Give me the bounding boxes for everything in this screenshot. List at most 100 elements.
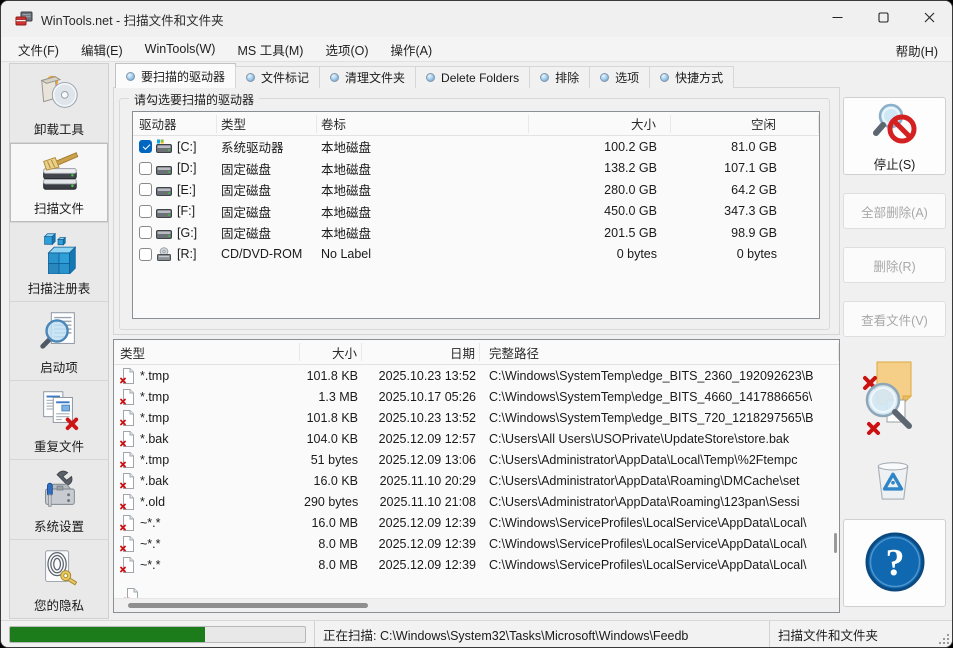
menu-bar: 文件(F)编辑(E)WinTools(W)MS 工具(M)选项(O)操作(A) <box>1 37 952 62</box>
drive-groupbox: 请勾选要扫描的驱动器 驱动器 类型 卷标 大小 空闲 <box>119 98 830 330</box>
column-header-filetype[interactable]: 类型 <box>114 343 300 361</box>
column-header-type[interactable]: 类型 <box>217 115 317 133</box>
tab-label: 文件标记 <box>261 69 309 86</box>
drive-row[interactable]: [R:] CD/DVD-ROM No Label 0 bytes 0 bytes <box>133 244 819 266</box>
drive-checkbox[interactable] <box>139 248 152 261</box>
column-header-drive[interactable]: 驱动器 <box>133 115 217 133</box>
horizontal-scrollbar[interactable] <box>114 598 839 612</box>
tab[interactable]: 排除 <box>529 66 590 88</box>
drive-row[interactable]: [D:] 固定磁盘 本地磁盘 138.2 GB 107.1 GB <box>133 158 819 180</box>
file-size: 104.0 KB <box>300 432 362 446</box>
file-date: 2025.12.09 12:39 <box>362 516 480 530</box>
result-row[interactable]: *.tmp 1.3 MB 2025.10.17 05:26 C:\Windows… <box>114 386 839 407</box>
close-button[interactable] <box>906 1 952 37</box>
file-size: 290 bytes <box>300 495 362 509</box>
file-size: 8.0 MB <box>300 558 362 572</box>
help-button[interactable]: ? <box>843 519 946 607</box>
tab[interactable]: 文件标记 <box>235 66 320 88</box>
result-row[interactable]: *.tmp 101.8 KB 2025.10.23 13:52 C:\Windo… <box>114 407 839 428</box>
tab[interactable]: 快捷方式 <box>649 66 734 88</box>
file-path: C:\Windows\ServiceProfiles\LocalService\… <box>480 558 839 572</box>
drive-group-title: 请勾选要扫描的驱动器 <box>129 91 259 108</box>
deleted-file-icon <box>120 452 134 468</box>
drive-checkbox[interactable] <box>139 140 152 153</box>
drive-type: 固定磁盘 <box>217 180 317 199</box>
menu-item[interactable]: 编辑(E) <box>70 37 134 62</box>
drive-row[interactable]: [E:] 固定磁盘 本地磁盘 280.0 GB 64.2 GB <box>133 179 819 201</box>
drive-row[interactable]: [G:] 固定磁盘 本地磁盘 201.5 GB 98.9 GB <box>133 222 819 244</box>
drive-letter: [G:] <box>177 226 197 240</box>
fixed-drive-icon <box>156 225 173 240</box>
sidebar-item-label: 系统设置 <box>34 516 84 535</box>
drive-letter: [D:] <box>177 161 196 175</box>
stop-button[interactable]: 停止(S) <box>843 97 946 175</box>
tab[interactable]: Delete Folders <box>415 66 530 88</box>
menu-item[interactable]: 操作(A) <box>380 37 444 62</box>
column-header-filesize[interactable]: 大小 <box>300 343 362 361</box>
drive-checkbox[interactable] <box>139 162 152 175</box>
sidebar-item[interactable]: 您的隐私 <box>10 540 108 618</box>
drive-volume-label: 本地磁盘 <box>317 159 529 178</box>
tab[interactable]: 清理文件夹 <box>319 66 416 88</box>
file-size: 1.3 MB <box>300 390 362 404</box>
scan-mode-text: 扫描文件和文件夹 <box>770 621 952 647</box>
result-row[interactable]: ~*.* 8.0 MB 2025.12.09 12:39 C:\Windows\… <box>114 554 839 575</box>
file-pattern: *.old <box>140 495 165 509</box>
result-row[interactable]: ~*.* 8.0 MB 2025.12.09 12:39 C:\Windows\… <box>114 533 839 554</box>
drive-letter: [E:] <box>177 183 196 197</box>
file-date: 2025.10.23 13:52 <box>362 369 480 383</box>
menu-item[interactable]: 选项(O) <box>314 37 379 62</box>
scan-files-icon <box>35 147 83 195</box>
drive-row[interactable]: [C:] 系统驱动器 本地磁盘 100.2 GB 81.0 GB <box>133 136 819 158</box>
system-settings-icon <box>35 465 83 513</box>
drive-volume-label: No Label <box>317 247 529 261</box>
fixed-drive-icon <box>156 182 173 197</box>
vertical-scrollbar[interactable] <box>834 533 837 553</box>
result-row[interactable]: *.tmp 101.8 KB 2025.10.23 13:52 C:\Windo… <box>114 365 839 386</box>
result-row[interactable]: *.old 290 bytes 2025.11.10 21:08 C:\User… <box>114 491 839 512</box>
app-window: WinTools.net - 扫描文件和文件夹 文件(F)编辑(E)WinToo… <box>0 0 953 648</box>
maximize-button[interactable] <box>860 1 906 37</box>
column-header-fullpath[interactable]: 完整路径 <box>480 343 839 361</box>
drive-checkbox[interactable] <box>139 205 152 218</box>
delete-all-button[interactable]: 全部删除(A) <box>843 193 946 229</box>
result-row[interactable]: ~*.* 16.0 MB 2025.12.09 12:39 C:\Windows… <box>114 512 839 533</box>
delete-button[interactable]: 删除(R) <box>843 247 946 283</box>
drive-checkbox[interactable] <box>139 183 152 196</box>
drive-list: 驱动器 类型 卷标 大小 空闲 [C:] <box>132 111 820 319</box>
result-row[interactable]: *.bak 104.0 KB 2025.12.09 12:57 C:\Users… <box>114 428 839 449</box>
menu-item[interactable]: WinTools(W) <box>134 39 227 59</box>
menu-item-help[interactable]: 帮助(H) <box>884 38 950 63</box>
file-pattern: *.tmp <box>140 369 169 383</box>
column-header-date[interactable]: 日期 <box>362 343 480 361</box>
sidebar-item[interactable]: 扫描注册表 <box>10 223 108 302</box>
scan-results-list: 类型 大小 日期 完整路径 *.tmp 101.8 KB 2025.10.23 … <box>113 339 840 613</box>
deleted-file-icon <box>120 515 134 531</box>
minimize-button[interactable] <box>814 1 860 37</box>
result-row[interactable]: *.bak 16.0 KB 2025.11.10 20:29 C:\Users\… <box>114 470 839 491</box>
title-bar: WinTools.net - 扫描文件和文件夹 <box>1 1 952 37</box>
column-header-size[interactable]: 大小 <box>529 115 671 133</box>
horizontal-scrollbar-thumb[interactable] <box>128 603 368 608</box>
column-header-volume[interactable]: 卷标 <box>317 115 529 133</box>
sidebar-item[interactable]: 启动项 <box>10 302 108 381</box>
file-size: 16.0 MB <box>300 516 362 530</box>
deleted-file-icon <box>120 389 134 405</box>
sidebar-item[interactable]: 扫描文件 <box>10 143 108 222</box>
tab-label: 选项 <box>615 69 639 86</box>
drive-free: 107.1 GB <box>671 161 819 175</box>
tab[interactable]: 选项 <box>589 66 650 88</box>
menu-item[interactable]: MS 工具(M) <box>226 37 314 62</box>
sidebar-item[interactable]: 重复文件 <box>10 381 108 460</box>
resize-grip[interactable] <box>939 634 949 644</box>
column-header-free[interactable]: 空闲 <box>671 115 819 133</box>
view-files-button[interactable]: 查看文件(V) <box>843 301 946 337</box>
result-row[interactable]: *.tmp 51 bytes 2025.12.09 13:06 C:\Users… <box>114 449 839 470</box>
sidebar-item[interactable]: 卸载工具 <box>10 64 108 143</box>
menu-item[interactable]: 文件(F) <box>7 37 70 62</box>
tab[interactable]: 要扫描的驱动器 <box>115 63 236 88</box>
sidebar-item[interactable]: 系统设置 <box>10 460 108 539</box>
drive-checkbox[interactable] <box>139 226 152 239</box>
drive-row[interactable]: [F:] 固定磁盘 本地磁盘 450.0 GB 347.3 GB <box>133 201 819 223</box>
deleted-file-icon <box>120 536 134 552</box>
